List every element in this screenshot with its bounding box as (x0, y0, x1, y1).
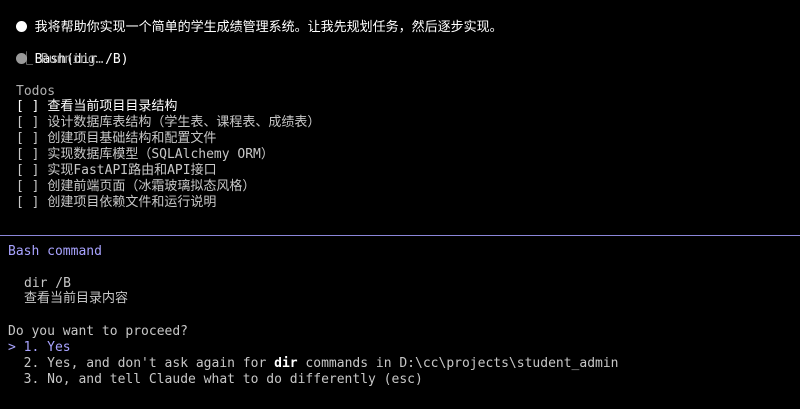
checkbox-icon: [ ] (16, 163, 40, 178)
todo-item-label: 创建项目依赖文件和运行说明 (47, 195, 217, 210)
checkbox-icon: [ ] (16, 131, 40, 146)
option-number: 2. (23, 356, 40, 371)
todo-item: [ ] 实现FastAPI路由和API接口 (16, 163, 217, 179)
checkbox-icon: [ ] (16, 115, 40, 130)
checkbox-icon: [ ] (16, 99, 40, 114)
checkbox-icon: [ ] (16, 147, 40, 162)
option-yes[interactable]: > 1. Yes (8, 340, 71, 356)
prompt-command: dir /B (24, 276, 71, 291)
selection-cursor-icon: > (8, 340, 16, 355)
todo-item-label: 设计数据库表结构（学生表、课程表、成绩表） (47, 115, 321, 130)
option-number: 1. (23, 340, 40, 355)
todo-item-label: 实现FastAPI路由和API接口 (47, 163, 217, 178)
todos-title: Todos (16, 84, 56, 99)
bullet-icon (15, 21, 27, 32)
option-no[interactable]: 3. No, and tell Claude what to do differ… (8, 372, 423, 388)
option-yes-dont-ask[interactable]: 2. Yes, and don't ask again for dir comm… (8, 356, 619, 372)
todo-item-label: 创建前端页面（冰霜玻璃拟态风格） (47, 179, 256, 194)
todo-item: [ ] 查看当前项目目录结构 (16, 99, 177, 115)
option-label: Yes (47, 340, 71, 355)
prompt-description: 查看当前目录内容 (24, 291, 129, 306)
tool-call: Bash(dir /B) (0, 36, 129, 67)
option-number: 3. (23, 372, 40, 387)
todo-item-label: 查看当前项目目录结构 (47, 99, 178, 114)
option-label: Yes, and don't ask again for (47, 356, 275, 371)
prompt-question: Do you want to proceed? (8, 324, 189, 339)
assistant-message-text: 我将帮助你实现一个简单的学生成绩管理系统。让我先规划任务，然后逐步实现。 (34, 20, 503, 35)
prompt-divider (0, 235, 800, 236)
prompt-title: Bash command (8, 244, 102, 259)
option-label-command: dir (274, 356, 298, 371)
tool-call-status: ⎿ Running… (20, 52, 104, 67)
checkbox-icon: [ ] (16, 195, 40, 210)
todo-item-label: 创建项目基础结构和配置文件 (47, 131, 217, 146)
todo-item: [ ] 创建项目依赖文件和运行说明 (16, 195, 216, 211)
option-label-suffix: commands in D:\cc\projects\student_admin (297, 356, 619, 371)
todo-item: [ ] 实现数据库模型（SQLAlchemy ORM） (16, 147, 274, 163)
todo-item: [ ] 设计数据库表结构（学生表、课程表、成绩表） (16, 115, 320, 131)
option-label: No, and tell Claude what to do different… (47, 372, 423, 387)
todo-item: [ ] 创建前端页面（冰霜玻璃拟态风格） (16, 179, 255, 195)
todo-item: [ ] 创建项目基础结构和配置文件 (16, 131, 216, 147)
todo-item-label: 实现数据库模型（SQLAlchemy ORM） (47, 147, 274, 162)
checkbox-icon: [ ] (16, 179, 40, 194)
assistant-message: 我将帮助你实现一个简单的学生成绩管理系统。让我先规划任务，然后逐步实现。 (0, 4, 503, 35)
